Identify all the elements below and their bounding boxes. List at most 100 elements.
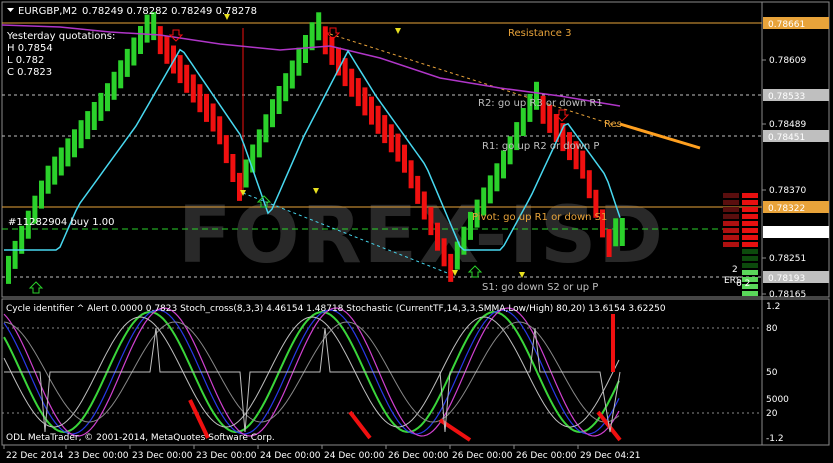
candle xyxy=(606,229,612,257)
yesterday-low: L 0.782 xyxy=(7,55,44,66)
strength-block xyxy=(742,214,758,219)
candle xyxy=(276,86,282,114)
candle xyxy=(316,12,322,41)
candle xyxy=(197,84,203,113)
candle xyxy=(421,191,427,220)
candle xyxy=(230,154,236,182)
indicator-tick-label: 80 xyxy=(766,324,778,334)
chart-menu-icon[interactable] xyxy=(7,8,14,12)
panel-label-a: 2 xyxy=(732,265,738,275)
candle xyxy=(342,58,348,87)
candle xyxy=(164,35,170,64)
cycle-identifier-line xyxy=(4,327,621,433)
candle xyxy=(45,165,51,194)
candle xyxy=(520,108,526,136)
candle xyxy=(296,47,302,76)
candle xyxy=(237,172,242,201)
candle xyxy=(72,129,77,158)
time-tick-label: 23 Dec 00:00 xyxy=(196,451,257,461)
candle xyxy=(39,180,44,209)
r1-label: R1: go up R2 or down P xyxy=(482,141,599,152)
price-tag-label: 0.78533 xyxy=(768,92,805,102)
price-tick-label: 0.78489 xyxy=(769,120,806,130)
candle xyxy=(78,120,84,149)
indicator-tick-label: 20 xyxy=(766,409,778,419)
candle xyxy=(501,150,506,179)
candle xyxy=(402,144,407,173)
strength-block xyxy=(742,256,758,261)
candle xyxy=(223,135,229,164)
time-tick-label: 24 Dec 00:00 xyxy=(260,451,321,461)
candle xyxy=(65,138,71,167)
candle xyxy=(283,73,289,102)
strength-block xyxy=(723,221,739,226)
strength-block xyxy=(742,228,758,233)
candle xyxy=(58,147,64,176)
candle xyxy=(382,115,388,144)
time-tick-label: 24 Dec 00:00 xyxy=(324,451,385,461)
time-tick-label: 29 Dec 04:21 xyxy=(580,451,641,461)
time-tick-label: 23 Dec 00:00 xyxy=(68,451,129,461)
candle xyxy=(144,14,150,43)
down-arrow-icon xyxy=(168,29,184,42)
candle xyxy=(12,240,18,269)
order-label: #11282904 buy 1.00 xyxy=(8,217,115,228)
candle xyxy=(184,64,190,93)
price-tag-label: 0.78193 xyxy=(768,274,805,284)
indicator-title: Cycle identifier ^ Alert 0.0000 0.7823 S… xyxy=(6,304,666,314)
strength-block xyxy=(723,214,739,219)
time-tick-label: 22 Dec 2014 xyxy=(6,451,64,461)
candle xyxy=(190,74,196,103)
strength-block xyxy=(723,200,739,205)
candle xyxy=(98,92,104,121)
indicator-tick-label: -1.2 xyxy=(766,434,784,444)
yesterday-close: C 0.7823 xyxy=(7,67,52,78)
strength-block xyxy=(742,270,758,275)
candle xyxy=(289,60,295,89)
yesterday-title: Yesterday quotations: xyxy=(6,31,115,42)
time-axis[interactable]: 22 Dec 2014 23 Dec 00:00 23 Dec 00:00 23 De… xyxy=(3,445,641,461)
indicator-tick-label: 5000 xyxy=(766,395,789,405)
indicator-tick-label: 50 xyxy=(766,368,778,378)
candle xyxy=(547,104,553,133)
candle xyxy=(388,124,394,153)
strength-block xyxy=(723,193,739,198)
candle xyxy=(6,255,11,284)
candle xyxy=(487,175,493,204)
pivot-label: Pivot: go up R1 or down S1 xyxy=(472,212,607,223)
candle xyxy=(619,218,625,246)
candle xyxy=(138,26,143,54)
price-tag-label: 0.78661 xyxy=(768,20,805,30)
candle xyxy=(428,207,434,236)
candle xyxy=(309,22,315,51)
candle xyxy=(329,36,335,65)
strength-block xyxy=(723,242,739,247)
candle xyxy=(124,48,130,77)
res-tag-label: Res xyxy=(604,119,622,130)
price-tag-label: 0.78322 xyxy=(768,204,805,214)
price-tick-label: 0.78370 xyxy=(769,186,806,196)
strength-block xyxy=(723,235,739,240)
copyright-text: ODL MetaTrader, © 2001-2014, MetaQuotes … xyxy=(6,433,275,443)
strength-block xyxy=(742,221,758,226)
panel-label-c: 6 2 xyxy=(736,279,750,289)
candle xyxy=(85,111,91,140)
candle xyxy=(204,93,209,122)
candle xyxy=(131,37,137,66)
strength-block xyxy=(742,242,758,247)
candle xyxy=(171,45,176,74)
price-axis[interactable]: 0.78609 0.78489 0.78370 0.78251 0.78165 0.786… xyxy=(762,17,829,300)
up-arrow-icon xyxy=(28,281,44,294)
trading-chart[interactable]: FOREX-ISD Resistance 3 R2: go up R3 or d… xyxy=(0,0,833,463)
chart-symbol: EURGBP,M2 xyxy=(18,6,77,17)
yesterday-high: H 0.7854 xyxy=(7,43,53,54)
strength-block xyxy=(742,291,758,296)
strength-block xyxy=(742,207,758,212)
candle xyxy=(435,222,440,251)
watermark: FOREX-ISD xyxy=(178,191,665,281)
strength-block xyxy=(742,235,758,240)
strength-block xyxy=(742,200,758,205)
strength-block xyxy=(742,263,758,268)
candle xyxy=(349,68,355,97)
time-tick-label: 26 Dec 00:00 xyxy=(516,451,577,461)
